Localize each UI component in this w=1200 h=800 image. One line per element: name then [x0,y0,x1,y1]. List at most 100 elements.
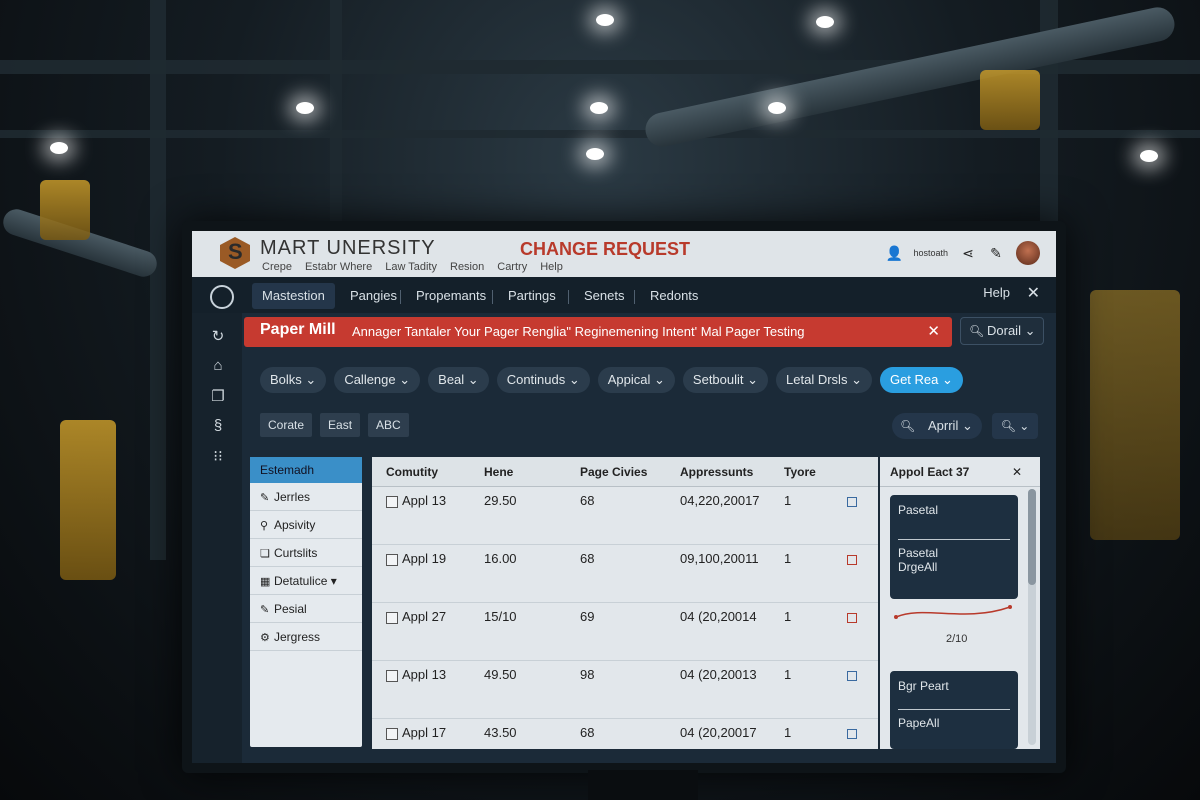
abc-button[interactable]: ABC [368,413,409,437]
cell-name: Appl 27 [372,603,470,660]
history-icon[interactable]: ↻ [208,327,228,347]
column-header[interactable]: Hene [470,457,566,486]
row-checkbox[interactable] [386,495,398,508]
row-checkbox[interactable] [386,727,398,740]
row-checkbox[interactable] [386,669,398,682]
document-icon[interactable]: ❐ [208,387,228,407]
east-button[interactable]: East [320,413,361,437]
cell-date: 04,220,20017 [680,493,760,508]
corate-button[interactable]: Corate [260,413,313,437]
status-marker[interactable] [847,728,858,739]
tab-bar: Mastestion Pangies Propemants Partings S… [192,277,1056,313]
scrollbar-thumb[interactable] [1028,489,1036,585]
avatar[interactable] [1016,241,1040,265]
user-label[interactable]: hostoath [913,248,948,258]
edit-icon[interactable]: ✎ [988,245,1004,261]
filter-chip[interactable]: Setboulit ⌄ [682,367,769,393]
profile-icon[interactable] [210,285,234,309]
month-search-label: Aprril [928,418,959,433]
table-row[interactable]: Appl 19 16.00 68 09,100,20011 1 [372,545,878,603]
detail-card[interactable]: Bgr Peart PapeAll [890,671,1018,749]
cell-type: 1 [770,719,878,749]
table-icon: ▦ [260,576,271,588]
tab-mastestion[interactable]: Mastestion [252,283,335,309]
help-link[interactable]: Help [983,285,1010,300]
nav-item[interactable]: ⚙ Jergress [250,623,362,651]
status-marker[interactable] [847,496,858,507]
banner-close-icon[interactable]: ✕ [927,322,940,340]
menu-item-help[interactable]: Help [540,261,563,273]
top-search-dropdown[interactable]: 🔍︎ Dorail ⌄ [960,317,1044,345]
tab-senets[interactable]: Senets [574,283,634,309]
trend-line [894,605,1012,619]
menu-item[interactable]: Cartry [497,261,527,273]
month-search[interactable]: 🔍︎ Aprril ⌄ [892,413,982,439]
filter-chip[interactable]: Appical ⌄ [597,367,675,393]
close-icon[interactable]: ✕ [1012,457,1022,487]
nav-item[interactable]: ⚲ Apsivity [250,511,362,539]
get-rea-chip[interactable]: Get Rea ⌄ [879,367,963,393]
menu-item[interactable]: Resion [450,261,484,273]
app-title: MART UNERSITY [260,237,436,259]
row-checkbox[interactable] [386,611,398,624]
tab-propemants[interactable]: Propemants [406,283,496,309]
grid-icon[interactable]: ⁝⁝ [208,447,228,467]
wrench-icon: ⚲ [260,520,269,532]
user-icon[interactable]: 👤 [885,245,902,261]
status-marker[interactable] [847,554,858,565]
cell-date: 04 (20,20013 [680,667,757,682]
filter-chip[interactable]: Callenge ⌄ [334,367,421,393]
nav-item[interactable]: ✎ Jerrles [250,483,362,511]
trend-value: 2/10 [946,633,968,645]
tab-partings[interactable]: Partings [498,283,566,309]
cell-date: 04 (20,20017 [680,725,757,740]
main-menu: Crepe Estabr Where Law Tadity Resion Car… [262,261,563,273]
left-nav-header[interactable]: Estemadh [250,457,362,483]
nav-item[interactable]: ✎ Pesial [250,595,362,623]
column-header[interactable]: Appressunts [666,457,770,486]
banner-message: Annager Tantaler Your Pager Renglia" Reg… [352,324,805,339]
cell-pages: 98 [580,667,595,682]
status-marker[interactable] [847,670,858,681]
card-line: Bgr Peart [898,679,949,693]
menu-item[interactable]: Estabr Where [305,261,372,273]
card-line: DrgeAll [898,560,938,574]
detail-card[interactable]: Pasetal Pasetal DrgeAll [890,495,1018,599]
link-icon[interactable]: § [208,417,228,437]
table-row[interactable]: Appl 17 43.50 68 04 (20,20017 1 [372,719,878,749]
scrollbar[interactable] [1028,489,1036,745]
card-line: Pasetal [898,546,939,560]
menu-item[interactable]: Crepe [262,261,292,273]
table-row[interactable]: Appl 13 29.50 68 04,220,20017 1 [372,487,878,545]
action-buttons: Corate East ABC [260,413,409,437]
table-row[interactable]: Appl 13 49.50 98 04 (20,20013 1 [372,661,878,719]
cell-hene: 15/10 [484,609,517,624]
close-icon[interactable]: ✕ [1027,283,1040,303]
filter-chip[interactable]: Beal ⌄ [428,367,489,393]
status-marker[interactable] [847,612,858,623]
pencil-icon: ✎ [260,604,270,616]
row-checkbox[interactable] [386,553,398,566]
column-header[interactable]: Page Civies [566,457,666,486]
share-icon[interactable]: ⋖ [960,245,976,261]
divider [898,709,1010,710]
tab-divider [492,290,493,304]
filter-chip[interactable]: Continuds ⌄ [496,367,590,393]
filter-chip[interactable]: Bolks ⌄ [260,367,327,393]
nav-item[interactable]: ❏ Curtslits [250,539,362,567]
table-header: Comutity Hene Page Civies Appressunts Ty… [372,457,878,487]
table-row[interactable]: Appl 27 15/10 69 04 (20,20014 1 [372,603,878,661]
tab-redonts[interactable]: Redonts [640,283,708,309]
tab-pangies[interactable]: Pangies [340,283,407,309]
cell-type: 1 [770,603,878,660]
column-header[interactable]: Tyore [770,457,878,486]
inbox-icon[interactable]: ⌂ [208,357,228,377]
search-dropdown-button[interactable]: 🔍︎ ⌄ [992,413,1038,439]
filter-chips: Bolks ⌄ Callenge ⌄ Beal ⌄ Continuds ⌄ Ap… [260,367,963,393]
filter-chip[interactable]: Letal Drsls ⌄ [776,367,872,393]
column-header[interactable]: Comutity [372,457,470,486]
nav-item[interactable]: ▦ Detatulice ▾ [250,567,362,595]
search-icon: 🔍︎ [900,419,916,433]
menu-item[interactable]: Law Tadity [385,261,437,273]
cell-hene: 29.50 [484,493,517,508]
